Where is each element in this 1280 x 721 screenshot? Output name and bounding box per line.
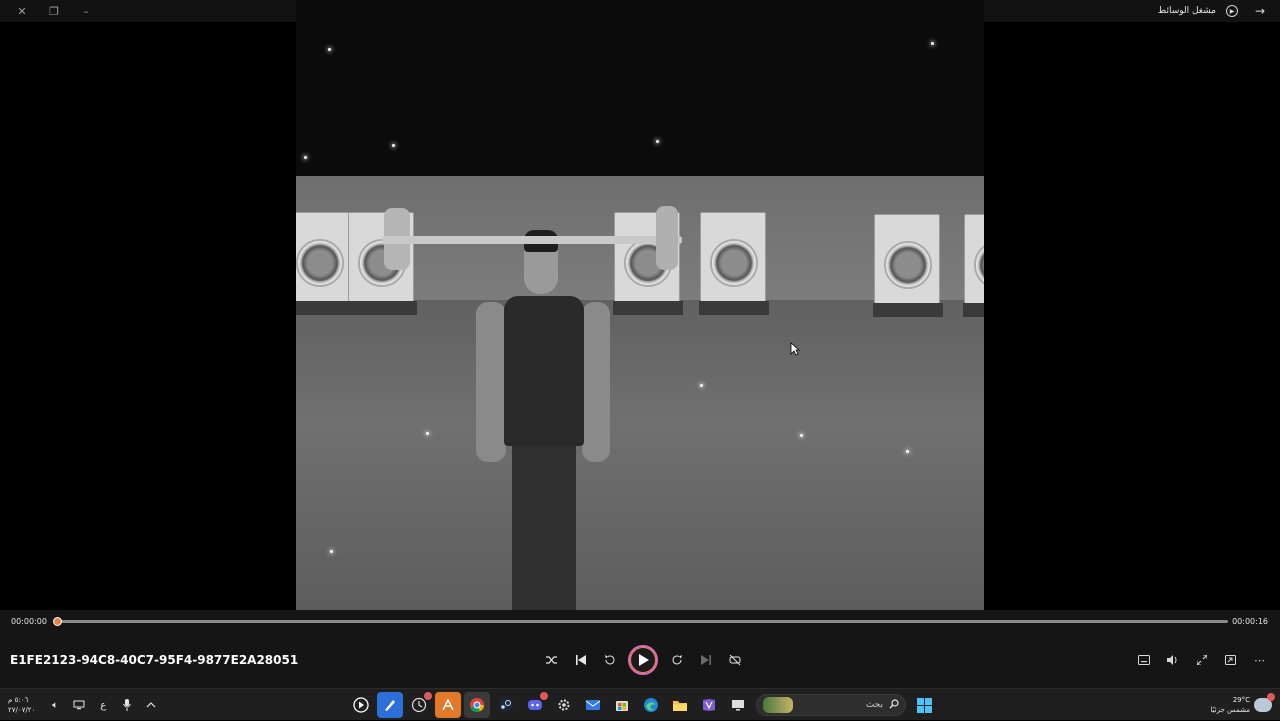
- shuffle-icon[interactable]: [537, 646, 566, 674]
- player-controls: 00:00:00 00:00:16 E1FE2123-94C8-40C7-95F…: [0, 610, 1280, 688]
- video-character: [464, 230, 614, 610]
- video-sparkle: [330, 550, 333, 553]
- volume-icon[interactable]: [1158, 648, 1187, 672]
- video-sparkle: [800, 434, 803, 437]
- speaker-icon[interactable]: 🔈︎: [45, 695, 65, 715]
- language-indicator[interactable]: ع: [93, 695, 113, 715]
- chrome-icon[interactable]: [464, 692, 490, 718]
- video-sparkle: [656, 140, 659, 143]
- weather-info: 29°C مشمس جزئيًا: [1210, 695, 1250, 715]
- office-icon[interactable]: [696, 692, 722, 718]
- settings-icon[interactable]: [551, 692, 577, 718]
- start-windows-icon[interactable]: [911, 692, 937, 718]
- video-washing-machine: [699, 212, 769, 315]
- notification-badge: [1267, 693, 1275, 701]
- notification-badge: [424, 692, 432, 700]
- microphone-icon[interactable]: [117, 695, 137, 715]
- minimize-icon[interactable]: –: [70, 0, 102, 22]
- video-sparkle: [304, 156, 307, 159]
- total-time: 00:00:16: [1232, 617, 1268, 626]
- current-time: 00:00:00: [11, 617, 47, 626]
- desktop-icon[interactable]: [725, 692, 751, 718]
- media-player-window: ✕ ❐ – مشغل الوسائط ▶ → 00:00:00 00:00:16…: [0, 0, 1280, 688]
- search-placeholder: بحث: [865, 700, 883, 710]
- media-title: E1FE2123-94C8-40C7-95F4-9877E2A28051: [10, 653, 299, 667]
- clock[interactable]: ٥:٠٦ م ٢٧/٠٧/٢٠: [8, 695, 35, 715]
- mini-player-icon[interactable]: [1216, 648, 1245, 672]
- seek-bar[interactable]: [53, 617, 1228, 626]
- app-a-icon[interactable]: [435, 692, 461, 718]
- search-highlight-image: [763, 697, 793, 713]
- paint-icon[interactable]: [377, 692, 403, 718]
- video-sparkle: [328, 48, 331, 51]
- media-player-app-icon: ▶: [1226, 5, 1238, 17]
- steam-icon[interactable]: [493, 692, 519, 718]
- taskbar-search[interactable]: بحث: [756, 694, 906, 716]
- edge-icon[interactable]: [638, 692, 664, 718]
- partly-sunny-icon: [1254, 693, 1275, 712]
- video-sparkle: [700, 384, 703, 387]
- video-frame[interactable]: [296, 0, 984, 610]
- notification-badge: [540, 692, 548, 700]
- search-icon: [889, 698, 899, 712]
- next-icon[interactable]: [691, 646, 720, 674]
- video-washing-machine: [873, 214, 943, 317]
- video-sparkle: [906, 450, 909, 453]
- system-tray: ٥:٠٦ م ٢٧/٠٧/٢٠ 🔈︎ ع: [8, 689, 161, 721]
- app-title: مشغل الوسائط: [1157, 6, 1216, 16]
- clock-icon[interactable]: [406, 692, 432, 718]
- rewind-10-icon[interactable]: [595, 646, 624, 674]
- video-washing-machine: [963, 214, 984, 317]
- taskbar-apps: بحث: [348, 691, 937, 719]
- previous-icon[interactable]: [566, 646, 595, 674]
- weather-desc: مشمس جزئيًا: [1210, 706, 1250, 714]
- network-icon[interactable]: [69, 695, 89, 715]
- close-icon[interactable]: ✕: [6, 0, 38, 22]
- captions-icon[interactable]: [1129, 648, 1158, 672]
- discord-icon[interactable]: [522, 692, 548, 718]
- video-sparkle: [931, 42, 934, 45]
- window-controls: ✕ ❐ –: [6, 0, 102, 22]
- mail-icon[interactable]: [580, 692, 606, 718]
- back-arrow-icon[interactable]: →: [1248, 0, 1272, 22]
- title-area: مشغل الوسائط ▶ →: [1158, 0, 1272, 22]
- media-player-icon[interactable]: [348, 692, 374, 718]
- chevron-up-icon[interactable]: [141, 695, 161, 715]
- clock-time: ٥:٠٦ م: [8, 696, 29, 704]
- video-sparkle: [426, 432, 429, 435]
- forward-30-icon[interactable]: [662, 646, 691, 674]
- video-sparkle: [392, 144, 395, 147]
- video-barbell-plate: [656, 206, 678, 270]
- file-explorer-icon[interactable]: [667, 692, 693, 718]
- play-button[interactable]: [628, 645, 658, 675]
- store-icon[interactable]: [609, 692, 635, 718]
- transport-controls: [537, 645, 749, 675]
- video-barbell: [382, 236, 682, 244]
- repeat-off-icon[interactable]: [720, 646, 749, 674]
- video-night-sky: [296, 0, 984, 178]
- weather-temp: 29°C: [1232, 696, 1250, 704]
- taskbar: ٥:٠٦ م ٢٧/٠٧/٢٠ 🔈︎ ع بحث 29°C مشمس جزئيً…: [0, 688, 1280, 720]
- seek-bar-thumb[interactable]: [53, 617, 62, 626]
- clock-date: ٢٧/٠٧/٢٠: [8, 706, 36, 714]
- view-tools: ⋯: [1129, 648, 1274, 672]
- video-washing-machine: [296, 212, 355, 315]
- play-icon: [638, 654, 649, 666]
- fullscreen-icon[interactable]: [1187, 648, 1216, 672]
- more-icon[interactable]: ⋯: [1245, 648, 1274, 672]
- video-floor: [296, 300, 984, 610]
- restore-icon[interactable]: ❐: [38, 0, 70, 22]
- weather-widget[interactable]: 29°C مشمس جزئيًا: [1210, 689, 1275, 721]
